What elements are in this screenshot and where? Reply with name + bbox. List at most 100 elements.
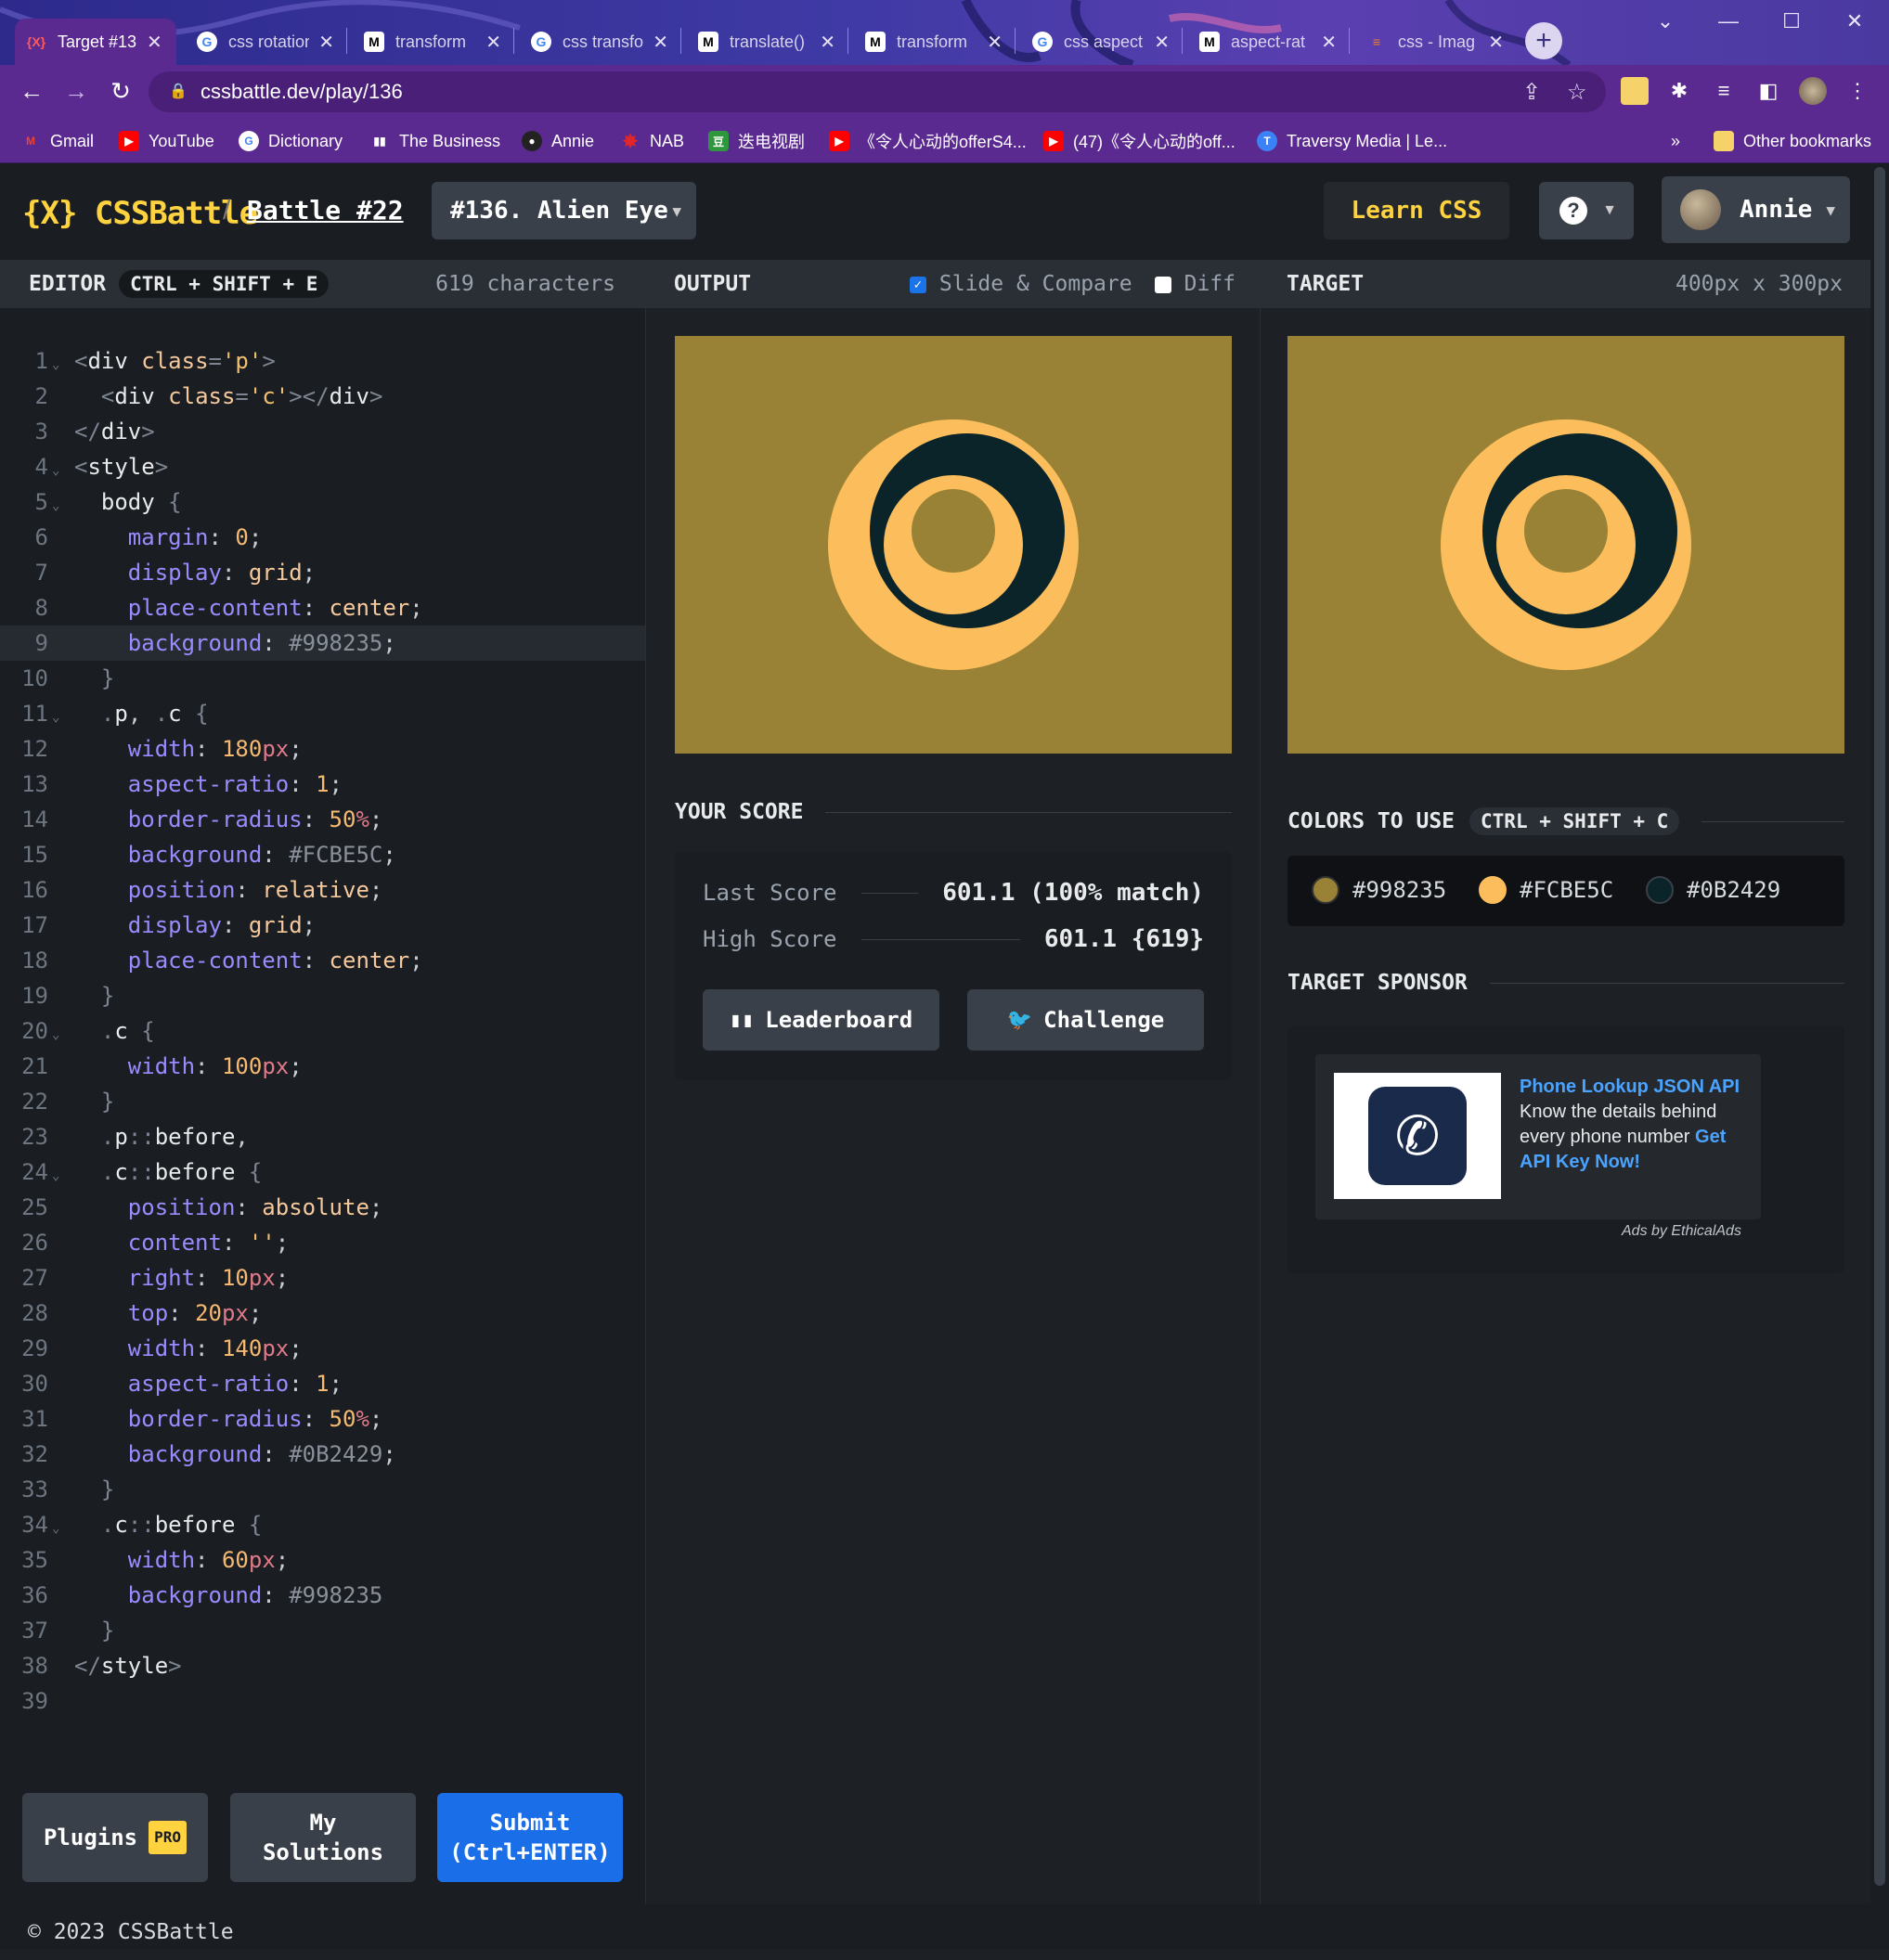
close-icon[interactable]: ✕: [987, 31, 1003, 54]
sponsor-ad[interactable]: ✆ Phone Lookup JSON API Know the details…: [1315, 1054, 1761, 1219]
back-button[interactable]: ←: [13, 72, 50, 110]
bookmark-tv[interactable]: 豆迭电视剧: [708, 128, 805, 154]
tab-aspect-ratio[interactable]: M aspect-rat ✕: [1188, 19, 1348, 65]
slide-compare-toggle[interactable]: ✓ Slide & Compare: [909, 272, 1132, 296]
sponsor-card: ✆ Phone Lookup JSON API Know the details…: [1287, 1026, 1844, 1273]
google-icon: G: [239, 131, 259, 151]
submit-label-2: (Ctrl+ENTER): [449, 1839, 611, 1865]
tab-target-136[interactable]: {X} Target #13 ✕: [15, 19, 176, 65]
close-icon[interactable]: ✕: [318, 31, 334, 54]
output-canvas[interactable]: [675, 336, 1232, 754]
ads-attribution[interactable]: Ads by EthicalAds: [1622, 1223, 1741, 1240]
color-swatch[interactable]: #0B2429: [1646, 876, 1780, 904]
code-line: 35 width: 60px;: [21, 1547, 290, 1573]
diff-toggle[interactable]: Diff: [1154, 272, 1236, 296]
bookmark-dictionary[interactable]: G Dictionary: [239, 128, 343, 154]
scrollbar-thumb[interactable]: [1874, 167, 1885, 1886]
close-icon[interactable]: ✕: [1488, 31, 1504, 54]
code-line: 36 background: #998235: [21, 1582, 383, 1608]
diff-checkbox[interactable]: [1154, 276, 1171, 293]
star-icon[interactable]: ☆: [1567, 79, 1587, 106]
tab-label: Target #13: [58, 32, 137, 51]
pro-badge: PRO: [149, 1821, 188, 1854]
share-icon[interactable]: ⇪: [1522, 79, 1541, 106]
profile-avatar[interactable]: [1799, 77, 1827, 105]
help-icon: ?: [1559, 197, 1587, 225]
tab-search-button[interactable]: ⌄: [1634, 0, 1697, 43]
slide-compare-checkbox[interactable]: ✓: [909, 276, 926, 293]
tab-css-image[interactable]: ≡ css - Imag ✕: [1355, 19, 1515, 65]
bookmark-youtube[interactable]: ▶ YouTube: [119, 128, 214, 154]
breadcrumb-separator: /: [223, 195, 231, 226]
color-swatch[interactable]: #998235: [1312, 876, 1446, 904]
bookmark-offer-47[interactable]: ▶ (47)《令人心动的off...: [1043, 128, 1236, 154]
plugins-button[interactable]: Plugins PRO: [22, 1793, 208, 1882]
tab-translate[interactable]: M translate() ✕: [687, 19, 847, 65]
close-icon[interactable]: ✕: [653, 31, 668, 54]
score-card: Last Score 601.1 (100% match) High Score 6…: [675, 852, 1232, 1080]
new-tab-button[interactable]: +: [1525, 22, 1562, 59]
bookmark-nab[interactable]: ✸ NAB: [620, 128, 684, 154]
help-dropdown[interactable]: ? ▼: [1539, 182, 1634, 239]
mdn-icon: M: [865, 32, 886, 52]
bookmark-traversy[interactable]: T Traversy Media | Le...: [1257, 128, 1447, 154]
maximize-button[interactable]: ☐: [1760, 0, 1823, 43]
code-line: 33 }: [21, 1476, 115, 1502]
bookmark-label: The Business: [399, 131, 501, 150]
close-icon[interactable]: ✕: [485, 31, 501, 54]
submit-button[interactable]: Submit (Ctrl+ENTER): [437, 1793, 623, 1882]
extension-icon[interactable]: [1621, 77, 1649, 105]
ad-title[interactable]: Phone Lookup JSON API: [1520, 1077, 1740, 1097]
user-menu[interactable]: Annie ▼: [1662, 176, 1850, 243]
tab-transform-2[interactable]: M transform ✕: [854, 19, 1014, 65]
output-panel: YOUR SCORE Last Score 601.1 (100% match) …: [645, 308, 1260, 1904]
alien-eye-render: [828, 419, 1079, 670]
close-icon[interactable]: ✕: [820, 31, 835, 54]
code-line: 30 aspect-ratio: 1;: [21, 1371, 343, 1397]
tab-transform[interactable]: M transform ✕: [353, 19, 512, 65]
your-score-title: YOUR SCORE: [675, 800, 804, 824]
tab-css-aspect[interactable]: G css aspect ✕: [1021, 19, 1181, 65]
tab-separator: [513, 28, 514, 54]
tab-css-rotation[interactable]: G css rotation ✕: [186, 19, 345, 65]
code-editor[interactable]: 1 ⌄ <div class='p'> 2 <div class='c'></div…: [0, 308, 645, 1904]
learn-css-button[interactable]: Learn CSS: [1324, 182, 1509, 239]
bookmark-offer-s4[interactable]: ▶ 《令人心动的offerS4...: [829, 128, 1027, 154]
close-window-button[interactable]: ✕: [1823, 0, 1886, 43]
my-solutions-button[interactable]: My Solutions: [230, 1793, 416, 1882]
character-count: 619 characters: [435, 272, 615, 296]
forward-button[interactable]: →: [58, 72, 95, 110]
close-icon[interactable]: ✕: [1321, 31, 1337, 54]
menu-icon[interactable]: ⋮: [1844, 77, 1871, 105]
tab-label: transform: [897, 32, 968, 51]
minimize-button[interactable]: —: [1697, 0, 1760, 43]
sidepanel-icon[interactable]: ◧: [1754, 77, 1782, 105]
battle-link[interactable]: Battle #22: [247, 195, 404, 226]
media-icon[interactable]: ≡: [1710, 77, 1738, 105]
bookmark-gmail[interactable]: M Gmail: [20, 128, 94, 154]
bookmark-label: 《令人心动的offerS4...: [859, 133, 1027, 151]
puzzle-icon[interactable]: ✱: [1665, 77, 1693, 105]
color-hex: #0B2429: [1687, 877, 1781, 903]
leaderboard-button[interactable]: ▮▮ Leaderboard: [703, 989, 939, 1051]
code-line: 13 aspect-ratio: 1;: [21, 771, 343, 797]
other-bookmarks[interactable]: Other bookmarks: [1714, 128, 1871, 154]
ad-text[interactable]: Phone Lookup JSON API Know the details b…: [1520, 1075, 1742, 1175]
bookmark-annie[interactable]: ● Annie: [522, 128, 594, 154]
color-swatch[interactable]: #FCBE5C: [1479, 876, 1613, 904]
mdn-icon: M: [698, 32, 718, 52]
scrollbar[interactable]: [1870, 163, 1889, 1949]
target-dropdown[interactable]: #136. Alien Eye ▼: [432, 182, 696, 239]
close-icon[interactable]: ✕: [147, 31, 162, 54]
challenge-button[interactable]: 🐦 Challenge: [967, 989, 1204, 1051]
ad-image[interactable]: ✆: [1334, 1073, 1501, 1199]
address-bar[interactable]: 🔒 cssbattle.dev/play/136 ⇪ ☆: [149, 71, 1606, 112]
code-line: 19 }: [21, 983, 115, 1009]
bookmarks-overflow-button[interactable]: »: [1671, 128, 1680, 154]
code-line: 3 </div>: [34, 419, 155, 445]
tab-css-transform[interactable]: G css transfo ✕: [520, 19, 679, 65]
close-icon[interactable]: ✕: [1154, 31, 1170, 54]
reload-button[interactable]: ↻: [102, 72, 139, 110]
bookmark-the-business[interactable]: ▮▮ The Business: [369, 128, 500, 154]
color-dot: [1646, 876, 1674, 904]
